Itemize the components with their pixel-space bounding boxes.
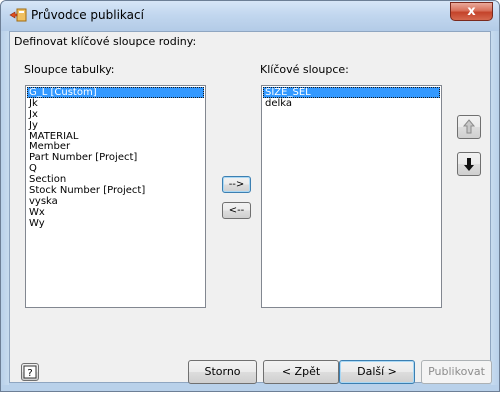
window-title: Průvodce publikací [31, 8, 144, 22]
back-button[interactable]: < Zpět [263, 360, 339, 384]
background-strip [0, 392, 500, 402]
list-item[interactable]: Part Number [Project] [27, 152, 204, 163]
remove-column-button[interactable]: <-- [222, 202, 251, 219]
key-columns-label: Klíčové sloupce: [260, 63, 349, 76]
arrow-up-icon [458, 119, 480, 141]
list-item[interactable]: Jk [27, 98, 204, 109]
window-frame-left [1, 31, 9, 385]
arrow-down-icon [458, 158, 480, 178]
publish-button[interactable]: Publikovat [421, 360, 492, 384]
list-item[interactable]: SIZE_SEL [263, 87, 440, 98]
section-heading: Definovat klíčové sloupce rodiny: [14, 35, 197, 48]
close-button[interactable]: x [450, 2, 493, 21]
add-column-button[interactable]: --> [222, 176, 251, 193]
help-icon: ? [22, 365, 38, 383]
list-item[interactable]: delka [263, 98, 440, 109]
window-frame-right [491, 31, 499, 385]
move-down-button[interactable] [457, 152, 481, 176]
key-columns-list[interactable]: SIZE_SEL delka [261, 85, 442, 308]
help-glyph: ? [27, 368, 32, 379]
move-up-button[interactable] [457, 115, 481, 139]
next-button[interactable]: Další > [339, 360, 415, 384]
list-item[interactable]: Member [27, 141, 204, 153]
list-item[interactable]: Jx [27, 109, 204, 120]
dialog-window: Průvodce publikací x Definovat klíčové s… [0, 0, 500, 392]
list-item[interactable]: Q [27, 163, 204, 174]
list-item[interactable]: Wy [27, 218, 204, 229]
table-columns-list[interactable]: G_L [Custom] Jk Jx Jy MATERIAL Member Pa… [25, 85, 206, 308]
list-item[interactable]: Jy [27, 120, 204, 131]
list-item[interactable]: Stock Number [Project] [27, 185, 204, 196]
list-item[interactable]: MATERIAL [27, 131, 204, 142]
cancel-button[interactable]: Storno [188, 360, 257, 384]
help-button[interactable]: ? [21, 363, 39, 381]
publish-wizard-icon [9, 8, 27, 22]
table-columns-label: Sloupce tabulky: [24, 63, 115, 76]
title-bar[interactable]: Průvodce publikací x [1, 1, 499, 31]
list-item[interactable]: vyska [27, 196, 204, 207]
list-item[interactable]: Section [27, 174, 204, 185]
list-item[interactable]: G_L [Custom] [27, 87, 204, 98]
list-item[interactable]: Wx [27, 207, 204, 218]
